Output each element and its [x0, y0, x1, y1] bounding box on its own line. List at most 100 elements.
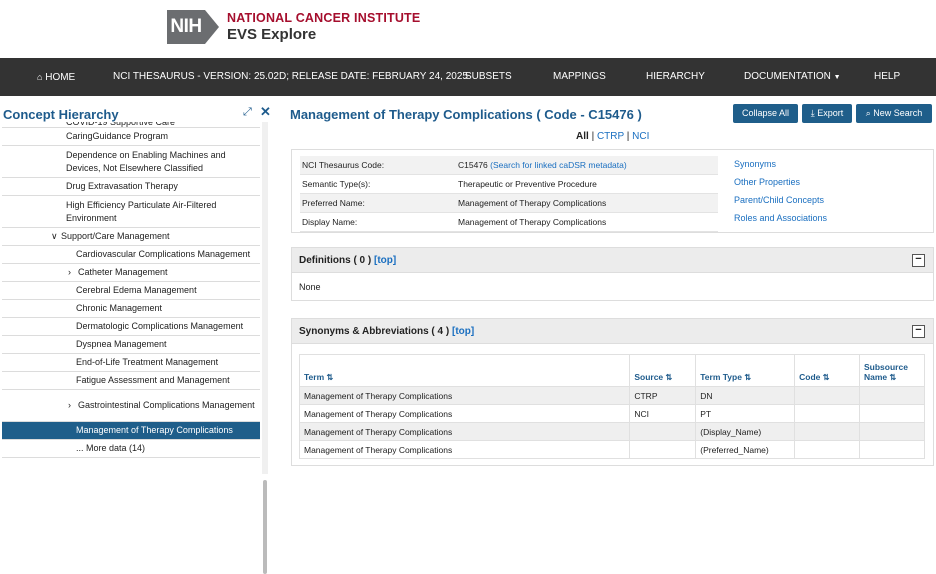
nav-subsets[interactable]: SUBSETS: [465, 58, 512, 96]
info-label: Display Name:: [302, 217, 358, 227]
table-cell: CTRP: [629, 386, 697, 405]
synonyms-top-link[interactable]: [top]: [452, 326, 474, 337]
logo-org-name: NATIONAL CANCER INSTITUTE: [227, 10, 421, 25]
table-cell: Management of Therapy Complications: [298, 440, 631, 459]
tree-item[interactable]: Dyspnea Management: [2, 336, 260, 354]
tree-item-label: Gastrointestinal Complications Managemen…: [78, 400, 255, 410]
tree-item[interactable]: Fatigue Assessment and Management: [2, 372, 260, 390]
cadsr-search-link[interactable]: (Search for linked caDSR metadata): [490, 160, 627, 170]
site-header: NIH NATIONAL CANCER INSTITUTE EVS Explor…: [0, 0, 936, 58]
hierarchy-scrollbar-thumb[interactable]: [263, 480, 267, 574]
nav-hierarchy[interactable]: HIERARCHY: [646, 58, 705, 96]
export-label: Export: [817, 108, 844, 118]
table-row: Management of Therapy Complications NCI PT: [298, 404, 925, 423]
sort-icon[interactable]: ⇅: [327, 373, 334, 382]
tree-item-label: Cerebral Edema Management: [76, 285, 197, 295]
expand-icon[interactable]: ⤢: [243, 106, 252, 119]
source-all-link[interactable]: All: [576, 131, 589, 142]
nih-logo-arrow: [205, 10, 219, 44]
tree-item[interactable]: Dependence on Enabling Machines and Devi…: [2, 146, 260, 178]
table-cell: (Display_Name): [695, 422, 796, 441]
tree-item[interactable]: Chronic Management: [2, 300, 260, 318]
tree-item[interactable]: High Efficiency Particulate Air-Filtered…: [2, 196, 260, 228]
other-properties-link[interactable]: Other Properties: [734, 177, 800, 187]
col-label: Term: [304, 372, 325, 382]
sort-icon[interactable]: ⇅: [823, 373, 830, 382]
info-row-display-name: Display Name: Management of Therapy Comp…: [300, 213, 718, 232]
synonyms-header: Synonyms & Abbreviations ( 4 ) [top] −: [291, 318, 934, 344]
home-icon: ⌂: [37, 72, 43, 82]
tree-item-label: End-of-Life Treatment Management: [76, 357, 219, 367]
definitions-top-link[interactable]: [top]: [374, 255, 396, 266]
tree-item-label: Drug Extravasation Therapy: [66, 181, 178, 191]
close-icon[interactable]: ✕: [260, 104, 271, 120]
table-header-row: Term ⇅ Source ⇅ Term Type ⇅ Code ⇅ Subso…: [298, 354, 925, 387]
tree-item-label: Catheter Management: [78, 267, 168, 277]
roles-associations-link[interactable]: Roles and Associations: [734, 213, 827, 223]
col-source[interactable]: Source ⇅: [629, 354, 697, 387]
nav-documentation[interactable]: DOCUMENTATION ▼: [744, 58, 841, 96]
parent-child-concepts-link[interactable]: Parent/Child Concepts: [734, 195, 824, 205]
source-ctrp-link[interactable]: CTRP: [597, 131, 624, 142]
col-term-type[interactable]: Term Type ⇅: [695, 354, 796, 387]
definitions-collapse-button[interactable]: −: [912, 254, 925, 267]
definitions-header: Definitions ( 0 ) [top] −: [291, 247, 934, 273]
tree-item[interactable]: › Gastrointestinal Complications Manageme…: [2, 390, 260, 422]
collapse-all-button[interactable]: Collapse All: [733, 104, 798, 123]
source-filter: All | CTRP | NCI: [576, 131, 650, 142]
tree-item[interactable]: › Catheter Management: [2, 264, 260, 282]
table-cell: Management of Therapy Complications: [298, 422, 631, 441]
synonyms-table: Term ⇅ Source ⇅ Term Type ⇅ Code ⇅ Subso…: [298, 354, 925, 459]
concept-detail-panel: Management of Therapy Complications ( Co…: [284, 100, 936, 474]
col-code[interactable]: Code ⇅: [794, 354, 860, 387]
nav-home[interactable]: ⌂ HOME: [37, 58, 75, 96]
nav-documentation-label: DOCUMENTATION: [744, 71, 831, 82]
tree-item-label: Cardiovascular Complications Management: [76, 249, 251, 259]
tree-item[interactable]: CaringGuidance Program: [2, 128, 260, 146]
table-cell: DN: [695, 386, 796, 405]
tree-item[interactable]: ... More data (14): [2, 440, 260, 458]
tree-item-label: Support/Care Management: [61, 231, 170, 241]
tree-item-label: CaringGuidance Program: [66, 131, 169, 141]
tree-item-label: Dyspnea Management: [76, 339, 167, 349]
chevron-right-icon[interactable]: ›: [68, 266, 78, 279]
col-term[interactable]: Term ⇅: [298, 354, 631, 387]
tree-item-label: ... More data (14): [76, 443, 146, 453]
synonyms-collapse-button[interactable]: −: [912, 325, 925, 338]
caret-down-icon: ▼: [833, 74, 841, 81]
chevron-right-icon[interactable]: ›: [68, 399, 78, 412]
info-label: Semantic Type(s):: [302, 179, 371, 189]
tree-item[interactable]: Cardiovascular Complications Management: [2, 246, 260, 264]
main-nav: ⌂ HOME NCI THESAURUS - VERSION: 25.02D; …: [0, 58, 936, 96]
nav-mappings[interactable]: MAPPINGS: [553, 58, 606, 96]
table-cell: [859, 404, 925, 423]
tree-item[interactable]: Drug Extravasation Therapy: [2, 178, 260, 196]
export-button[interactable]: ⤓ Export: [802, 104, 852, 123]
tree-item[interactable]: Cerebral Edema Management: [2, 282, 260, 300]
sort-icon[interactable]: ⇅: [666, 373, 673, 382]
synonyms-link[interactable]: Synonyms: [734, 159, 776, 169]
info-value: Management of Therapy Complications: [458, 198, 607, 208]
col-subsource-name[interactable]: Subsource Name ⇅: [859, 354, 925, 387]
nav-help[interactable]: HELP: [874, 58, 900, 96]
info-value: C15476 (Search for linked caDSR metadata…: [458, 156, 627, 175]
nci-logo[interactable]: NIH NATIONAL CANCER INSTITUTE EVS Explor…: [167, 10, 420, 44]
nav-thesaurus[interactable]: NCI THESAURUS - VERSION: 25.02D; RELEASE…: [113, 58, 468, 96]
tree-item[interactable]: Management of Therapy Complications: [2, 422, 260, 440]
tree-item[interactable]: End-of-Life Treatment Management: [2, 354, 260, 372]
table-cell: [859, 422, 925, 441]
info-label: NCI Thesaurus Code:: [302, 160, 385, 170]
table-cell: [859, 386, 925, 405]
tree-item-label: High Efficiency Particulate Air-Filtered…: [66, 199, 217, 223]
tree-item-label: Fatigue Assessment and Management: [76, 375, 230, 385]
sort-icon[interactable]: ⇅: [744, 373, 751, 382]
chevron-down-icon[interactable]: ∨: [51, 230, 61, 243]
source-nci-link[interactable]: NCI: [632, 131, 649, 142]
sort-icon[interactable]: ⇅: [890, 373, 897, 382]
new-search-button[interactable]: ⌕ New Search: [856, 104, 932, 123]
logo-app-name: EVS Explore: [227, 25, 317, 43]
tree-item[interactable]: Dermatologic Complications Management: [2, 318, 260, 336]
tree-item[interactable]: ∨ Support/Care Management: [2, 228, 260, 246]
hierarchy-title: Concept Hierarchy: [3, 107, 119, 122]
hierarchy-scrollbar[interactable]: [262, 122, 268, 474]
